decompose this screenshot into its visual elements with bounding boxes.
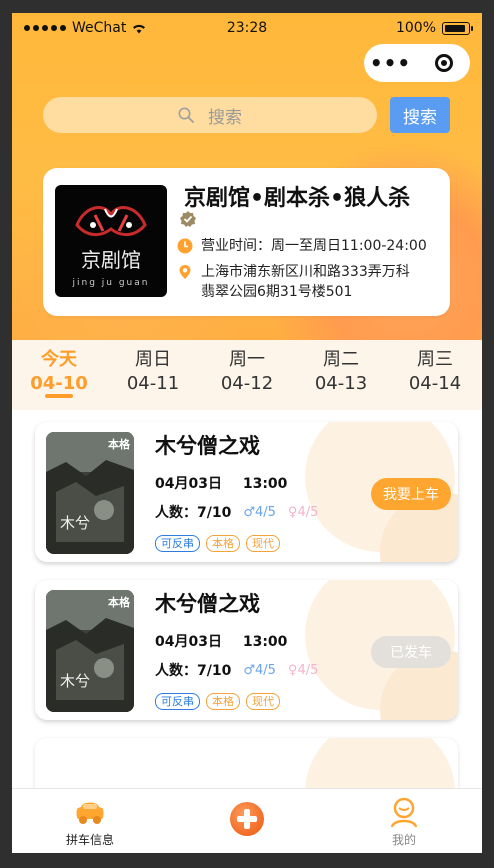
- game-datetime: 04月03日 13:00: [155, 473, 287, 493]
- logo-pinyin-text: jing ju guan: [72, 278, 150, 288]
- phone-screen: WeChat 23:28 100% ••• 搜索 搜索 京剧馆 jing ju …: [12, 13, 482, 853]
- day-date: 04-14: [408, 373, 462, 394]
- search-placeholder: 搜索: [208, 107, 242, 128]
- target-icon: [434, 54, 453, 72]
- battery-status: 100%: [395, 20, 473, 36]
- game-people: 人数：7/10 ♂4/5 ♀4/5: [155, 660, 318, 680]
- people-count: 人数：7/10: [155, 663, 232, 679]
- tag-crossplay: 可反串: [155, 535, 200, 552]
- date-selector: 今天 04-10 周日 04-11 周一 04-12 周二 04-13 周三 0…: [12, 340, 482, 410]
- day-tab-sunday[interactable]: 周日 04-11: [106, 348, 200, 396]
- day-date: 04-12: [220, 373, 274, 394]
- day-tab-wednesday[interactable]: 周三 04-14: [388, 348, 482, 396]
- day-tab-today[interactable]: 今天 04-10: [12, 348, 106, 396]
- add-plus-icon: [230, 802, 264, 836]
- female-count: ♀4/5: [287, 662, 319, 678]
- tag-genre: 本格: [206, 693, 240, 710]
- game-card[interactable]: 木兮 本格 木兮僧之戏 04月03日 13:00 人数：7/10 ♂4/5 ♀4…: [35, 422, 458, 562]
- svg-text:木兮: 木兮: [60, 514, 90, 532]
- location-pin-icon: [179, 265, 191, 279]
- shop-name: 京剧馆•剧本杀•狼人杀: [184, 186, 411, 211]
- verified-badge-icon: [180, 211, 196, 227]
- tag-era: 现代: [246, 535, 280, 552]
- shop-logo: 京剧馆 jing ju guan: [55, 185, 167, 297]
- join-button[interactable]: 我要上车: [371, 478, 451, 510]
- day-name: 周二: [323, 349, 359, 370]
- day-name: 周日: [135, 349, 171, 370]
- tag-crossplay: 可反串: [155, 693, 200, 710]
- battery-percent: 100%: [395, 20, 436, 36]
- game-card[interactable]: 木兮 本格 木兮僧之戏 04月03日 13:00 人数：7/10 ♂4/5 ♀4…: [35, 580, 458, 720]
- game-title: 木兮僧之戏: [155, 434, 260, 458]
- more-dots-icon[interactable]: •••: [364, 44, 417, 82]
- svg-text:木兮: 木兮: [60, 672, 90, 690]
- status-bar: WeChat 23:28 100%: [12, 13, 482, 43]
- close-target-button[interactable]: [417, 54, 470, 72]
- clock-icon: [177, 238, 193, 254]
- tab-add[interactable]: [169, 789, 325, 853]
- game-poster: 木兮 本格: [46, 590, 134, 712]
- tag-genre: 本格: [206, 535, 240, 552]
- address-line-2: 翡翠公园6期31号楼501: [201, 284, 353, 300]
- day-name: 今天: [41, 349, 77, 370]
- bottom-tab-bar: 拼车信息 我的: [12, 788, 482, 853]
- poster-tag: 本格: [108, 438, 130, 451]
- business-hours-text: 营业时间：周一至周日11:00-24:00: [201, 238, 427, 254]
- day-name: 周一: [229, 349, 265, 370]
- day-name: 周三: [417, 349, 453, 370]
- game-title: 木兮僧之戏: [155, 592, 260, 616]
- search-input[interactable]: 搜索: [43, 97, 377, 133]
- shop-card: 京剧馆 jing ju guan 京剧馆•剧本杀•狼人杀 营业时间：周一至周日1…: [43, 168, 450, 316]
- shop-address[interactable]: 上海市浦东新区川和路333弄万科 翡翠公园6期31号楼501: [177, 262, 410, 302]
- day-date: 04-13: [314, 373, 368, 394]
- day-date: 04-10: [30, 373, 88, 394]
- opera-mask-logo: 京剧馆 jing ju guan: [72, 206, 150, 288]
- game-tags: 可反串 本格 现代: [155, 535, 280, 552]
- tab-carpool-info[interactable]: 拼车信息: [12, 789, 168, 853]
- game-list[interactable]: 木兮 本格 木兮僧之戏 04月03日 13:00 人数：7/10 ♂4/5 ♀4…: [12, 410, 482, 818]
- poster-tag: 本格: [108, 596, 130, 609]
- game-datetime: 04月03日 13:00: [155, 631, 287, 651]
- active-day-indicator: [45, 394, 73, 398]
- tab-mine[interactable]: 我的: [326, 789, 482, 853]
- day-date: 04-11: [126, 373, 180, 394]
- female-count: ♀4/5: [287, 504, 319, 520]
- logo-chinese-text: 京剧馆: [81, 248, 141, 272]
- game-date: 04月03日: [155, 476, 222, 492]
- male-count: ♂4/5: [243, 504, 276, 520]
- tab-label: 我的: [391, 833, 416, 847]
- search-button[interactable]: 搜索: [390, 97, 450, 133]
- search-icon: [178, 107, 194, 123]
- day-tab-tuesday[interactable]: 周二 04-13: [294, 348, 388, 396]
- tag-era: 现代: [246, 693, 280, 710]
- miniprogram-capsule: •••: [364, 44, 470, 82]
- profile-icon: [390, 797, 418, 828]
- male-count: ♂4/5: [243, 662, 276, 678]
- game-poster: 木兮 本格: [46, 432, 134, 554]
- game-tags: 可反串 本格 现代: [155, 693, 280, 710]
- address-line-1: 上海市浦东新区川和路333弄万科: [201, 264, 410, 280]
- people-count: 人数：7/10: [155, 505, 232, 521]
- game-people: 人数：7/10 ♂4/5 ♀4/5: [155, 502, 318, 522]
- car-icon: [76, 802, 104, 824]
- game-date: 04月03日: [155, 634, 222, 650]
- tab-label: 拼车信息: [65, 833, 114, 847]
- departed-button[interactable]: 已发车: [371, 636, 451, 668]
- game-time: 13:00: [242, 634, 288, 650]
- day-tab-monday[interactable]: 周一 04-12: [200, 348, 294, 396]
- business-hours: 营业时间：周一至周日11:00-24:00: [177, 236, 427, 256]
- game-time: 13:00: [242, 476, 288, 492]
- battery-icon: [442, 21, 473, 35]
